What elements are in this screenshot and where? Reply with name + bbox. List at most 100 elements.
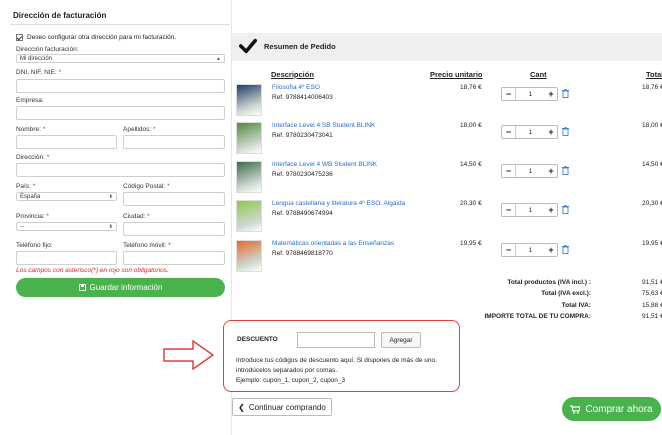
nombre-field[interactable] [16,135,117,149]
save-info-button[interactable]: Guardar información [16,278,225,297]
product-ref: Ref. 9780230475236 [272,171,333,178]
increase-qty-button[interactable]: + [545,126,557,138]
ciudad-label: Ciudad: * [123,213,150,220]
product-name-link[interactable]: Matemáticas orientadas a las Enseñanzas [272,240,394,247]
address-select-value: Mi dirección [20,56,53,62]
product-total: 20,30 € [642,200,662,207]
quantity-value[interactable]: 1 [516,129,545,136]
product-name-link[interactable]: Interface Level 4 SB Student BLINK [272,122,375,129]
required-mark: * [42,126,46,133]
cp-field[interactable] [123,192,225,206]
column-unit-price: Precio unitario [430,70,483,79]
nombre-label-text: Nombre: [16,126,41,133]
pais-select-value: España [20,194,41,200]
quantity-value[interactable]: 1 [516,91,545,98]
telefono-field[interactable] [16,251,117,265]
quantity-value[interactable]: 1 [516,168,545,175]
product-total: 18,76 € [642,84,662,91]
required-mark: * [46,154,50,161]
provincia-label-text: Provincia: [16,213,45,220]
product-thumbnail[interactable] [236,200,262,232]
dni-label: DNI, NIF, NIE: * [16,69,61,76]
add-discount-button[interactable]: Agregar [381,332,421,348]
empresa-field[interactable] [16,106,225,120]
total-value: 91,51 € [642,279,662,286]
arrow-right-icon [163,340,215,370]
product-unit-price: 19,95 € [460,240,482,247]
address-select[interactable]: Mi dirección ▲ [16,54,225,63]
other-address-label: Deseo configurar otra dirección para mi … [27,34,177,41]
product-row: Interface Level 4 SB Student BLINK Ref. 9… [236,122,662,158]
cp-label: Código Postal: * [123,183,170,190]
discount-help-line1: Introduce tus códigos de descuento aquí.… [236,357,437,364]
required-mark: * [168,242,171,249]
required-mark: * [58,69,62,76]
required-mark: * [46,213,49,220]
telefono-label: Teléfono fijo: [16,242,53,249]
movil-field[interactable] [123,251,225,265]
order-summary-header: Resumen de Pedido [232,33,662,61]
select-arrow-icon: ⬍ [108,194,113,200]
decrease-qty-button[interactable]: − [502,88,516,100]
buy-now-button[interactable]: Comprar ahora [562,397,661,421]
apellidos-field[interactable] [123,135,225,149]
product-thumbnail[interactable] [236,84,262,116]
decrease-qty-button[interactable]: − [502,244,516,256]
provincia-select[interactable]: -- ⬍ [16,222,117,231]
trash-icon[interactable] [562,245,569,254]
dni-field[interactable] [16,79,225,93]
increase-qty-button[interactable]: + [545,88,557,100]
product-thumbnail[interactable] [236,240,262,272]
increase-qty-button[interactable]: + [545,204,557,216]
decrease-qty-button[interactable]: − [502,126,516,138]
direccion-field[interactable] [16,163,225,177]
ciudad-label-text: Ciudad: [123,213,146,220]
pais-select[interactable]: España ⬍ [16,192,117,201]
provincia-select-value: -- [20,224,24,230]
product-row: Lengua castellana y literatura 4º ESO. A… [236,200,662,236]
required-mark: * [153,126,156,133]
buy-now-label: Comprar ahora [585,403,653,415]
product-ref: Ref. 9788414006403 [272,94,333,101]
discount-box: DESCUENTO Agregar Introduce tus códigos … [223,320,460,392]
pais-label-text: País: [16,183,31,190]
discount-help-line2: introdúcelos separados por comas. [236,367,338,374]
dni-label-text: DNI, NIF, NIE: [16,69,57,76]
discount-title: DESCUENTO [237,336,278,343]
product-unit-price: 14,50 € [460,161,482,168]
required-mark: * [147,213,150,220]
trash-icon[interactable] [562,127,569,136]
trash-icon[interactable] [562,166,569,175]
product-thumbnail[interactable] [236,161,262,193]
trash-icon[interactable] [562,205,569,214]
save-icon [78,284,86,291]
required-mark: * [32,183,36,190]
product-name-link[interactable]: Filosofía 4º ESO [272,84,320,91]
trash-icon[interactable] [562,89,569,98]
continue-shopping-button[interactable]: ❮ Continuar comprando [232,398,332,416]
quantity-value[interactable]: 1 [516,247,545,254]
increase-qty-button[interactable]: + [545,165,557,177]
cp-label-text: Código Postal: [123,183,166,190]
ciudad-field[interactable] [123,222,225,236]
product-row: Interface Level 4 WB Student BLINK Ref. 9… [236,161,662,197]
product-name-link[interactable]: Lengua castellana y literatura 4º ESO. A… [272,200,405,207]
total-label: Total IVA: [561,302,591,309]
decrease-qty-button[interactable]: − [502,204,516,216]
product-unit-price: 18,00 € [460,122,482,129]
product-ref: Ref. 9788469818770 [272,250,333,257]
pais-label: País: * [16,183,35,190]
quantity-stepper: −1 + [501,87,558,101]
quantity-value[interactable]: 1 [516,207,545,214]
increase-qty-button[interactable]: + [545,244,557,256]
other-address-checkbox[interactable] [16,34,23,41]
decrease-qty-button[interactable]: − [502,165,516,177]
discount-code-input[interactable] [297,332,375,348]
other-address-option[interactable]: Deseo configurar otra dirección para mi … [16,34,176,41]
apellidos-label: Apellidos: * [123,126,156,133]
product-name-link[interactable]: Interface Level 4 WB Student BLINK [272,161,377,168]
product-thumbnail[interactable] [236,122,262,154]
total-label: Total productos (IVA incl.) : [507,279,591,286]
select-arrow-icon: ▲ [216,56,221,62]
required-mark: * [167,183,170,190]
